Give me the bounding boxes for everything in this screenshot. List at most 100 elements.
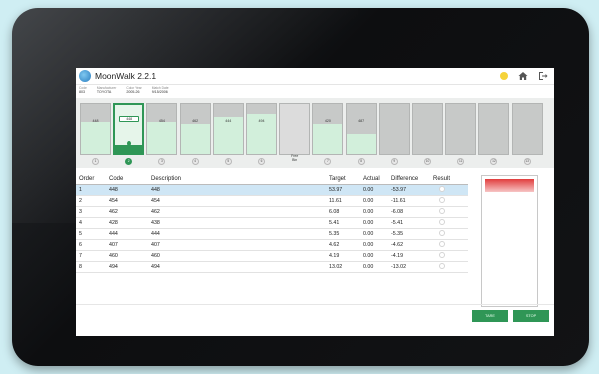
table-cell: -11.61: [388, 195, 430, 207]
color-bin[interactable]: [478, 103, 510, 155]
table-cell: 53.97: [326, 184, 360, 196]
result-indicator-icon: [439, 196, 445, 203]
table-cell: 5.41: [326, 217, 360, 229]
bin-code: 494: [258, 119, 265, 123]
color-bin[interactable]: 448: [113, 103, 145, 155]
color-bin[interactable]: [511, 103, 543, 155]
app-screen: MoonWalk 2.2.1 Code 803 Manufacturer TOYOTA…: [76, 68, 554, 336]
bin-number-badge[interactable]: 2: [125, 158, 133, 165]
result-indicator-icon: [439, 207, 445, 214]
table-cell: 448: [148, 184, 326, 196]
color-bin[interactable]: 462: [179, 103, 211, 155]
table-row[interactable]: 1 448 448 53.97 0.00 -53.97: [76, 184, 468, 196]
table-cell: -13.02: [388, 261, 430, 273]
table-row[interactable]: 3 462 462 6.08 0.00 -6.08: [76, 206, 468, 218]
table-cell: 6: [76, 239, 106, 251]
color-bin[interactable]: 494: [246, 103, 277, 155]
bin-number-badge[interactable]: 11: [457, 158, 465, 165]
color-bin[interactable]: 420: [312, 103, 344, 155]
info-value: 803: [79, 90, 85, 94]
table-cell: 0.00: [360, 228, 388, 240]
color-bin[interactable]: [412, 103, 443, 155]
table-cell: 4.62: [326, 239, 360, 251]
table-cell: 407: [148, 239, 326, 251]
table-cell: 4: [76, 217, 106, 229]
bin-number-badge[interactable]: 10: [424, 158, 431, 165]
bin-code: 444: [225, 119, 232, 123]
bin-number-badge[interactable]: 5: [224, 158, 232, 165]
color-bin[interactable]: [378, 103, 410, 155]
table-cell: 494: [106, 261, 148, 273]
bin-number-badge[interactable]: 9: [390, 158, 398, 165]
result-cell: [430, 195, 468, 207]
table-cell: 448: [106, 184, 148, 196]
bin-number-badge[interactable]: 8: [357, 158, 365, 165]
bin-strip: 448 1 448 2 454 3 462 4 444 5 494 6 Free Bin 420 7 487 8…: [76, 98, 554, 168]
table-row[interactable]: 2 454 454 11.61 0.00 -11.61: [76, 195, 468, 207]
info-value: 9/15/2006: [151, 90, 168, 94]
result-indicator-icon: [439, 262, 445, 269]
table-cell: -4.62: [388, 239, 430, 251]
table-cell: 428: [106, 217, 148, 229]
column-header[interactable]: Target: [326, 175, 360, 185]
table-cell: 5.35: [326, 228, 360, 240]
info-value: 2005-26: [126, 90, 140, 94]
table-cell: 462: [148, 206, 326, 218]
table-header: Order Code Description Target Actual Differen…: [76, 175, 468, 185]
table-cell: 460: [106, 250, 148, 262]
result-indicator-icon: [439, 251, 445, 258]
color-bin[interactable]: [279, 103, 311, 155]
color-bin[interactable]: 448: [80, 103, 111, 155]
color-bin[interactable]: 487: [345, 103, 377, 155]
logout-icon[interactable]: [538, 71, 548, 81]
bin-number-badge[interactable]: 6: [258, 158, 265, 165]
info-value: TOYOTA: [96, 90, 112, 94]
bin-number-badge[interactable]: 7: [324, 158, 332, 165]
column-header[interactable]: Order: [76, 175, 106, 185]
table-cell: -5.35: [388, 228, 430, 240]
table-row[interactable]: 4 428 438 5.41 0.00 -5.41: [76, 217, 468, 229]
table-cell: 0.00: [360, 184, 388, 196]
bin-number-badge[interactable]: 12: [490, 158, 498, 165]
table-cell: 6.08: [326, 206, 360, 218]
result-indicator-icon: [439, 185, 445, 192]
bin-code: 448: [119, 116, 140, 122]
status-gradient-bar: [485, 179, 534, 192]
color-bin[interactable]: [445, 103, 477, 155]
bin-fill-level: [81, 121, 110, 154]
home-icon[interactable]: [518, 71, 528, 81]
table-cell: 7: [76, 250, 106, 262]
table-row[interactable]: 8 494 494 13.02 0.00 -13.02: [76, 261, 468, 273]
column-header[interactable]: Actual: [360, 175, 388, 185]
column-header[interactable]: Description: [148, 175, 326, 185]
result-cell: [430, 261, 468, 273]
tare-button[interactable]: TARE: [472, 310, 508, 322]
bin-number-badge[interactable]: 1: [92, 158, 99, 165]
column-header[interactable]: Difference: [388, 175, 430, 185]
table-row[interactable]: 5 444 444 5.35 0.00 -5.35: [76, 228, 468, 240]
color-bin[interactable]: 444: [212, 103, 244, 155]
result-cell: [430, 228, 468, 240]
table-cell: 4.19: [326, 250, 360, 262]
table-cell: 0.00: [360, 206, 388, 218]
table-cell: 8: [76, 261, 106, 273]
bin-number-badge[interactable]: 4: [191, 158, 199, 165]
column-header[interactable]: Code: [106, 175, 148, 185]
table-cell: 0.00: [360, 239, 388, 251]
column-header[interactable]: Result: [430, 175, 468, 185]
formula-table: Order Code Description Target Actual Differen…: [76, 175, 468, 273]
bin-code: 420: [324, 119, 331, 123]
table-cell: 3: [76, 206, 106, 218]
stop-button[interactable]: STOP: [513, 310, 549, 322]
table-cell: -4.19: [388, 250, 430, 262]
bin-fill-level: [180, 124, 210, 154]
info-field: Match Date 9/15/2006: [152, 86, 169, 98]
result-cell: [430, 239, 468, 251]
table-row[interactable]: 7 460 460 4.19 0.00 -4.19: [76, 250, 468, 262]
bin-number-badge[interactable]: 13: [523, 158, 531, 165]
table-cell: 5: [76, 228, 106, 240]
bin-number-badge[interactable]: 3: [158, 158, 166, 165]
table-cell: 444: [148, 228, 326, 240]
color-bin[interactable]: 454: [146, 103, 178, 155]
table-row[interactable]: 6 407 407 4.62 0.00 -4.62: [76, 239, 468, 251]
